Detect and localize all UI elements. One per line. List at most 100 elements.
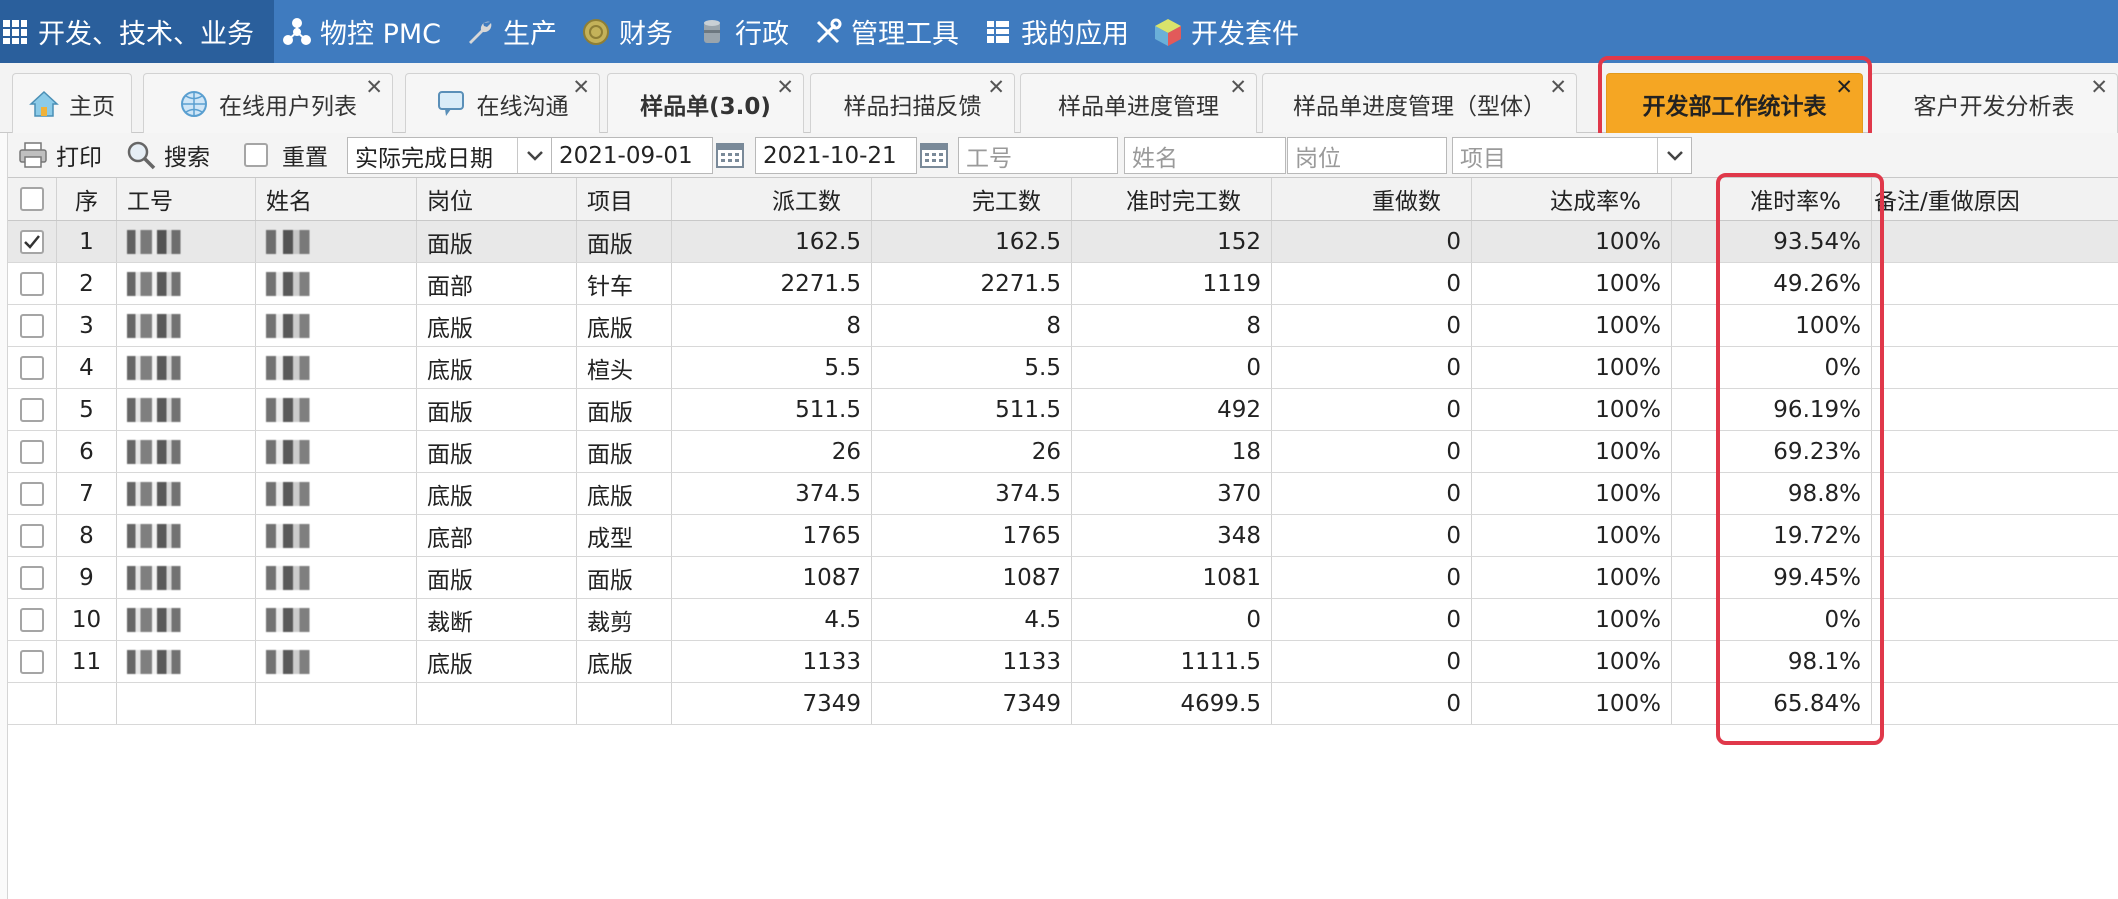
- tab-sample-progress[interactable]: 样品单进度管理 ✕: [1020, 73, 1257, 133]
- col-header-ontime[interactable]: 准时完工数: [1072, 178, 1272, 220]
- cell-dispatched: 4.5: [672, 599, 872, 640]
- total-empty-cell: [117, 683, 256, 724]
- close-icon[interactable]: ✕: [365, 77, 383, 98]
- cell-achieve-rate: 100%: [1472, 347, 1672, 388]
- cell-no: 5: [57, 389, 117, 430]
- cell-redo: 0: [1272, 557, 1472, 598]
- row-checkbox[interactable]: [8, 389, 57, 430]
- checkbox-icon[interactable]: [20, 481, 44, 506]
- date-type-select[interactable]: 实际完成日期: [347, 137, 552, 174]
- reset-checkbox[interactable]: [244, 143, 268, 167]
- reset-button[interactable]: 重置: [244, 138, 328, 172]
- checkbox-icon[interactable]: [20, 355, 44, 380]
- cell-achieve-rate: 100%: [1472, 641, 1672, 682]
- tab-online-chat[interactable]: 在线沟通 ✕: [405, 73, 600, 133]
- nav-item-dev-tech-business[interactable]: 开发、技术、业务: [0, 0, 274, 63]
- table-row[interactable]: 2 面部 针车 2271.5 2271.5 1119 0 100% 49.26%: [8, 263, 2118, 305]
- checkbox-icon[interactable]: [20, 607, 44, 632]
- close-icon[interactable]: ✕: [1549, 77, 1567, 98]
- table-row[interactable]: 7 底版 底版 374.5 374.5 370 0 100% 98.8%: [8, 473, 2118, 515]
- close-icon[interactable]: ✕: [1229, 77, 1247, 98]
- tab-customer-dev-analysis[interactable]: 客户开发分析表 ✕: [1870, 73, 2118, 133]
- calendar-icon[interactable]: [919, 139, 951, 171]
- nav-item-finance[interactable]: 财务: [573, 0, 689, 63]
- close-icon[interactable]: ✕: [776, 77, 794, 98]
- checkbox-checked-icon[interactable]: [20, 229, 44, 254]
- tab-dev-work-stats[interactable]: 开发部工作统计表 ✕: [1606, 73, 1863, 133]
- table-row[interactable]: 11 底版 底版 1133 1133 1111.5 0 100% 98.1%: [8, 641, 2118, 683]
- emp-no-input[interactable]: 工号: [958, 137, 1118, 174]
- header-select-all[interactable]: [8, 178, 57, 220]
- table-row[interactable]: 9 面版 面版 1087 1087 1081 0 100% 99.45%: [8, 557, 2118, 599]
- row-checkbox[interactable]: [8, 305, 57, 346]
- col-header-dispatched[interactable]: 派工数: [672, 178, 872, 220]
- cell-no: 11: [57, 641, 117, 682]
- redacted-mosaic: [127, 439, 189, 464]
- col-header-no[interactable]: 序: [57, 178, 117, 220]
- col-header-completed[interactable]: 完工数: [872, 178, 1072, 220]
- checkbox-icon[interactable]: [20, 439, 44, 464]
- row-checkbox[interactable]: [8, 515, 57, 556]
- tab-online-users[interactable]: 在线用户列表 ✕: [143, 73, 393, 133]
- col-header-emp-no[interactable]: 工号: [117, 178, 256, 220]
- table-row[interactable]: 1 面版 面版 162.5 162.5 152 0 100% 93.54%: [8, 221, 2118, 263]
- close-icon[interactable]: ✕: [1835, 77, 1853, 98]
- col-header-redo[interactable]: 重做数: [1272, 178, 1472, 220]
- table-row[interactable]: 4 底版 楦头 5.5 5.5 0 0 100% 0%: [8, 347, 2118, 389]
- checkbox-icon[interactable]: [20, 271, 44, 296]
- date-from-input[interactable]: 2021-09-01: [551, 137, 713, 174]
- name-input[interactable]: 姓名: [1124, 137, 1286, 174]
- print-button[interactable]: 打印: [18, 138, 102, 172]
- position-input[interactable]: 岗位: [1287, 137, 1447, 174]
- row-checkbox[interactable]: [8, 473, 57, 514]
- close-icon[interactable]: ✕: [2090, 77, 2108, 98]
- checkbox-icon[interactable]: [20, 397, 44, 422]
- table-row[interactable]: 6 面版 面版 26 26 18 0 100% 69.23%: [8, 431, 2118, 473]
- nav-item-pmc[interactable]: 物控 PMC: [274, 0, 457, 63]
- redacted-mosaic: [127, 355, 189, 380]
- nav-item-dev-kit[interactable]: 开发套件: [1145, 0, 1315, 63]
- row-checkbox[interactable]: [8, 221, 57, 262]
- chevron-down-icon[interactable]: [517, 138, 551, 173]
- nav-item-production[interactable]: 生产: [457, 0, 573, 63]
- tab-sample-order[interactable]: 样品单(3.0) ✕: [607, 73, 804, 133]
- col-header-achieve-rate[interactable]: 达成率%: [1472, 178, 1672, 220]
- project-select[interactable]: 项目: [1452, 137, 1692, 174]
- row-checkbox[interactable]: [8, 599, 57, 640]
- table-row[interactable]: 8 底部 成型 1765 1765 348 0 100% 19.72%: [8, 515, 2118, 557]
- col-header-remark[interactable]: 备注/重做原因: [1872, 178, 2118, 220]
- col-header-position[interactable]: 岗位: [417, 178, 577, 220]
- checkbox-icon[interactable]: [20, 649, 44, 674]
- nav-item-management-tools[interactable]: 管理工具: [805, 0, 975, 63]
- row-checkbox[interactable]: [8, 347, 57, 388]
- checkbox-icon[interactable]: [20, 565, 44, 590]
- tab-sample-scan-feedback[interactable]: 样品扫描反馈 ✕: [810, 73, 1015, 133]
- row-checkbox[interactable]: [8, 431, 57, 472]
- table-row[interactable]: 5 面版 面版 511.5 511.5 492 0 100% 96.19%: [8, 389, 2118, 431]
- row-checkbox[interactable]: [8, 557, 57, 598]
- chevron-down-icon[interactable]: [1657, 138, 1691, 173]
- cell-no: 9: [57, 557, 117, 598]
- print-label: 打印: [56, 145, 102, 171]
- checkbox-icon[interactable]: [20, 523, 44, 548]
- tab-sample-progress-style[interactable]: 样品单进度管理（型体） ✕: [1262, 73, 1577, 133]
- search-button[interactable]: 搜索: [126, 138, 210, 172]
- calendar-icon[interactable]: [715, 139, 747, 171]
- grid-icon: [0, 17, 30, 47]
- cell-position: 面版: [417, 389, 577, 430]
- cell-achieve-rate: 100%: [1472, 305, 1672, 346]
- date-to-input[interactable]: 2021-10-21: [755, 137, 917, 174]
- close-icon[interactable]: ✕: [987, 77, 1005, 98]
- nav-item-admin[interactable]: 行政: [689, 0, 805, 63]
- table-row[interactable]: 3 底版 底版 8 8 8 0 100% 100%: [8, 305, 2118, 347]
- nav-item-my-apps[interactable]: 我的应用: [975, 0, 1145, 63]
- col-header-ontime-rate[interactable]: 准时率%: [1672, 178, 1872, 220]
- row-checkbox[interactable]: [8, 263, 57, 304]
- close-icon[interactable]: ✕: [572, 77, 590, 98]
- tab-home[interactable]: 主页: [12, 73, 132, 133]
- col-header-project[interactable]: 项目: [577, 178, 672, 220]
- row-checkbox[interactable]: [8, 641, 57, 682]
- table-row[interactable]: 10 裁断 裁剪 4.5 4.5 0 0 100% 0%: [8, 599, 2118, 641]
- col-header-name[interactable]: 姓名: [256, 178, 417, 220]
- checkbox-icon[interactable]: [20, 313, 44, 338]
